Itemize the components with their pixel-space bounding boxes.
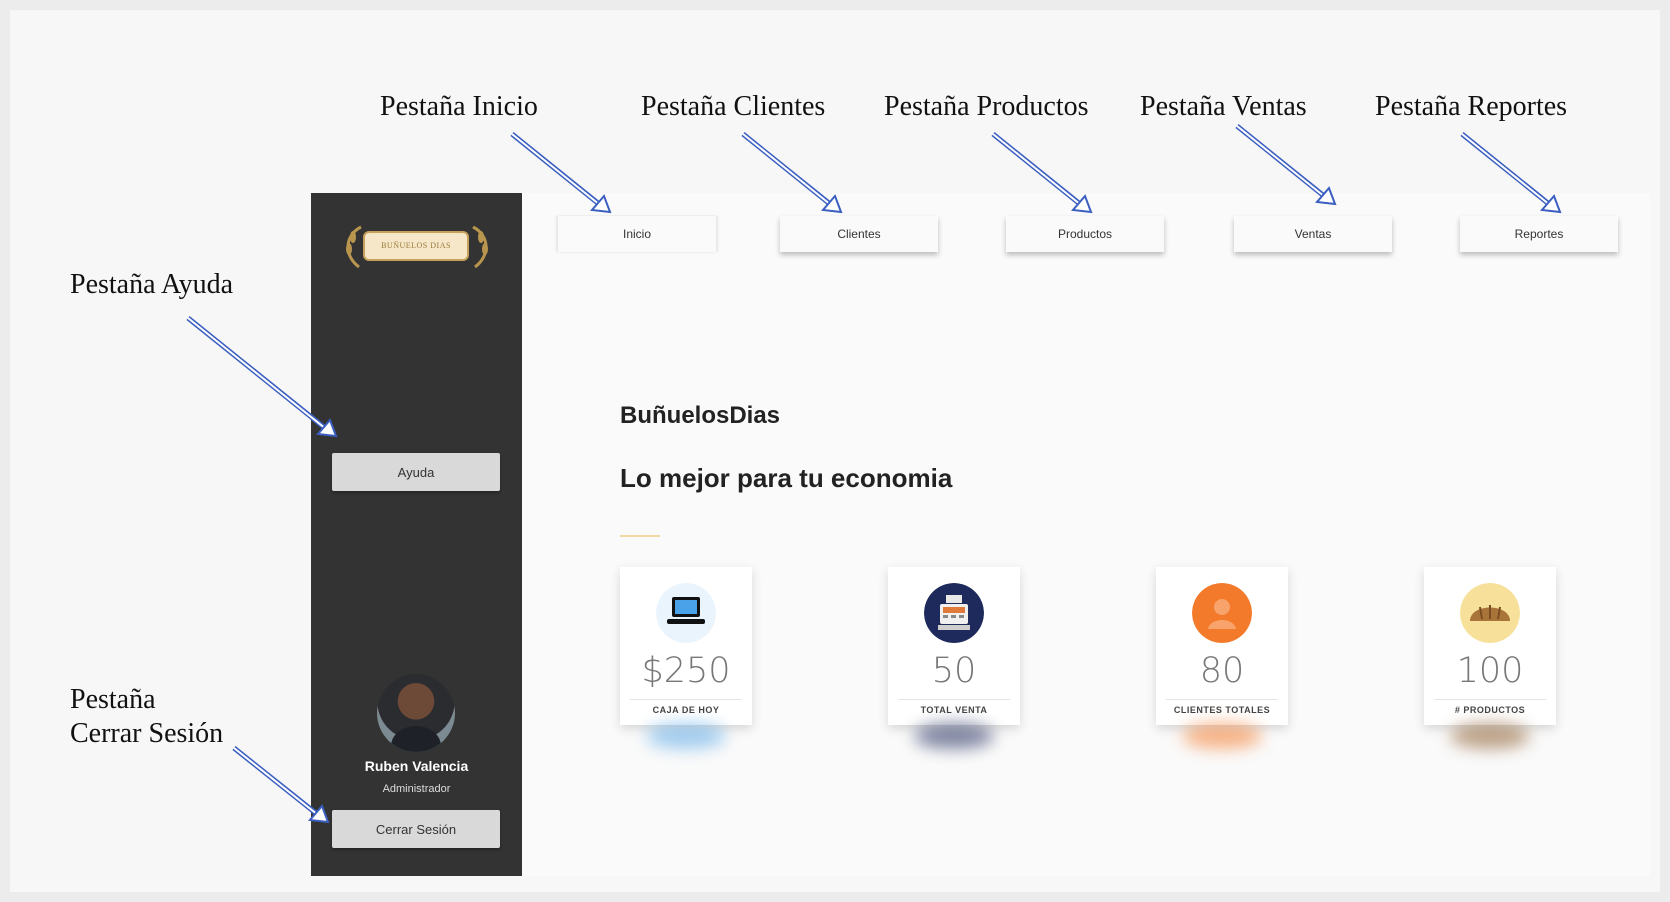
stat-card-venta: 50 TOTAL VENTA <box>888 567 1020 749</box>
avatar <box>377 674 455 752</box>
annotation-clientes: Pestaña Clientes <box>641 91 826 122</box>
logout-button[interactable]: Cerrar Sesión <box>332 810 500 848</box>
bread-icon <box>1460 583 1520 643</box>
annotation-cerrar-line2: Cerrar Sesión <box>70 718 224 749</box>
tagline: Lo mejor para tu economia <box>620 463 953 493</box>
stat-label: # PRODUCTOS <box>1454 705 1526 715</box>
client-icon <box>1192 583 1252 643</box>
stat-value: $250 <box>641 651 731 691</box>
stat-label: TOTAL VENTA <box>920 705 988 715</box>
tab-clientes[interactable]: Clientes <box>780 216 938 252</box>
logo-plate: BUÑUELOS DIAS <box>363 231 469 261</box>
cash-register-icon <box>924 583 984 643</box>
annotation-inicio: Pestaña Inicio <box>380 91 538 122</box>
tab-inicio[interactable]: Inicio <box>558 216 716 252</box>
brand-logo: BUÑUELOS DIAS <box>333 221 501 271</box>
user-name: Ruben Valencia <box>364 758 469 774</box>
main-content: Inicio Clientes Productos Ventas Reporte… <box>522 193 1650 876</box>
stat-value: 100 <box>1456 651 1524 691</box>
laptop-icon <box>656 583 716 643</box>
annotation-productos: Pestaña Productos <box>884 91 1089 122</box>
brand-title: BuñuelosDias <box>620 402 781 429</box>
annotation-cerrar-line1: Pestaña <box>70 684 156 715</box>
stat-card-caja: $250 CAJA DE HOY <box>620 567 752 749</box>
annotation-reportes: Pestaña Reportes <box>1375 91 1568 122</box>
stat-value: 80 <box>1199 651 1245 691</box>
stat-label: CLIENTES TOTALES <box>1173 705 1271 715</box>
annotation-ayuda: Pestaña Ayuda <box>70 269 234 300</box>
annotation-ventas: Pestaña Ventas <box>1140 91 1307 122</box>
tab-ventas[interactable]: Ventas <box>1234 216 1392 252</box>
accent-divider <box>620 535 660 537</box>
stat-card-clientes: 80 CLIENTES TOTALES <box>1156 567 1288 749</box>
stat-label: CAJA DE HOY <box>652 705 720 715</box>
user-role: Administrador <box>382 783 451 795</box>
tab-productos[interactable]: Productos <box>1006 216 1164 252</box>
stat-value: 50 <box>931 651 977 691</box>
tab-reportes[interactable]: Reportes <box>1460 216 1618 252</box>
stat-card-productos: 100 # PRODUCTOS <box>1424 567 1556 749</box>
sidebar: BUÑUELOS DIAS Ayuda Ruben Valencia Admin… <box>311 193 522 876</box>
help-button[interactable]: Ayuda <box>332 453 500 491</box>
